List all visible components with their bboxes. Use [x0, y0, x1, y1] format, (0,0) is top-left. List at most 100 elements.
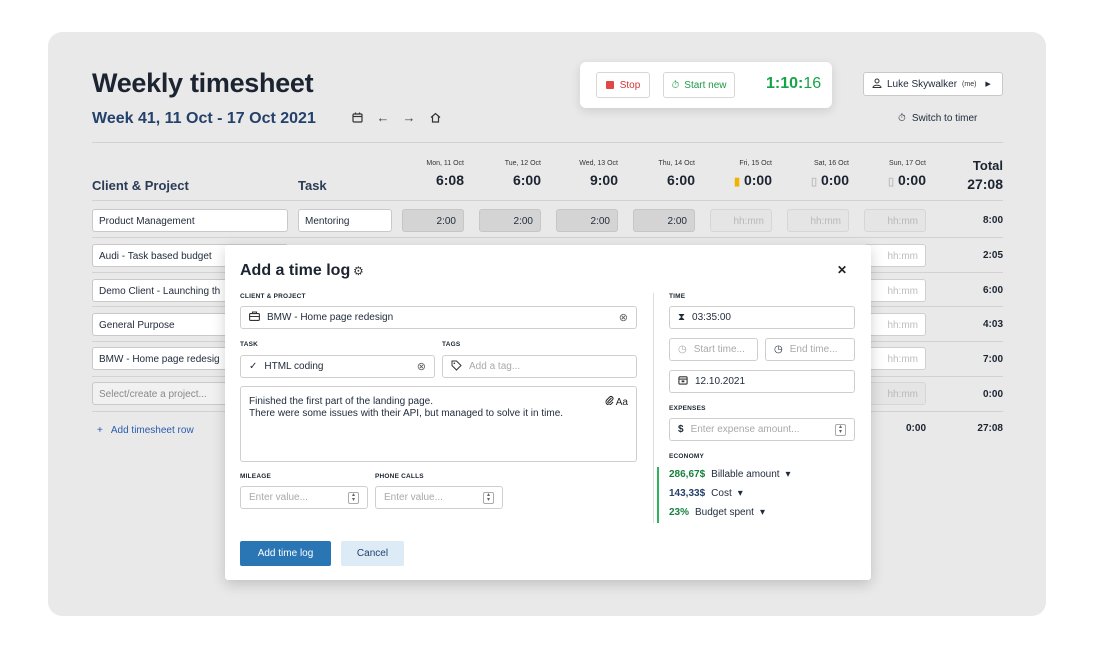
- page-title: Weekly timesheet: [92, 68, 314, 98]
- budget-spent-row[interactable]: 23% Budget spent ▾: [669, 507, 765, 518]
- paperclip-icon[interactable]: [605, 396, 616, 408]
- budget-spent-label: Budget spent: [695, 507, 754, 518]
- notes-line: There were some issues with their API, b…: [249, 408, 564, 419]
- add-time-log-button[interactable]: Add time log: [240, 541, 331, 566]
- stepper-icon[interactable]: ▴ ▾: [835, 423, 846, 436]
- row-total: 6:00: [982, 285, 1003, 296]
- duration-field[interactable]: ⧗ 03:35:00: [669, 306, 855, 329]
- day-header-mon: Mon, 11 Oct 6:08: [402, 160, 464, 188]
- cancel-button[interactable]: Cancel: [341, 541, 404, 566]
- day-total-wrap: ▯ 0:00: [864, 172, 926, 188]
- date-value: 12.10.2021: [695, 376, 746, 387]
- col-header-task: Task: [298, 178, 327, 193]
- check-icon: ✓: [249, 361, 258, 372]
- divider: [92, 142, 1003, 143]
- clear-icon[interactable]: ⊗: [619, 311, 628, 324]
- stop-icon: [605, 81, 614, 89]
- notes-textarea[interactable]: Finished the first part of the landing p…: [240, 386, 637, 462]
- row-total: 8:00: [982, 215, 1003, 226]
- week-label: Week 41, 11 Oct - 17 Oct 2021: [92, 110, 316, 127]
- caret-down-icon: ▾: [759, 507, 765, 518]
- plus-icon: +: [97, 425, 103, 436]
- caret-right-icon: ▶: [985, 81, 991, 88]
- day-header-thu: Thu, 14 Oct 6:00: [633, 160, 695, 188]
- billable-amount-value: 286,67$: [669, 469, 706, 480]
- start-new-button[interactable]: ⏱ Start new: [663, 72, 735, 98]
- cost-row[interactable]: 143,33$ Cost ▾: [669, 488, 743, 499]
- client-project-value: BMW - Home page redesign: [267, 312, 394, 323]
- time-cell[interactable]: hh:mm: [710, 209, 772, 232]
- stop-button[interactable]: Stop: [596, 72, 650, 98]
- day-total: 9:00: [589, 172, 618, 188]
- tags-input[interactable]: Add a tag...: [442, 355, 637, 378]
- calendar-icon[interactable]: [350, 110, 364, 125]
- client-project-field[interactable]: BMW - Home page redesign ⊗: [240, 306, 637, 329]
- arrow-left-icon[interactable]: ←: [376, 110, 390, 125]
- add-timesheet-row-button[interactable]: + Add timesheet row: [97, 425, 194, 436]
- gear-icon[interactable]: ⚙: [353, 264, 364, 278]
- tags-placeholder: Add a tag...: [469, 361, 521, 372]
- billable-amount-row[interactable]: 286,67$ Billable amount ▾: [669, 469, 791, 480]
- day-name: Thu, 14 Oct: [658, 160, 695, 167]
- day-name: Sat, 16 Oct: [813, 160, 849, 167]
- time-cell[interactable]: 2:00: [479, 209, 541, 232]
- caret-down-icon: ▾: [737, 488, 743, 499]
- switch-timer-label: Switch to timer: [911, 113, 978, 124]
- time-cell[interactable]: 2:00: [402, 209, 464, 232]
- day-name: Mon, 11 Oct: [426, 160, 464, 167]
- mileage-placeholder: Enter value...: [249, 492, 308, 503]
- task-field[interactable]: ✓ HTML coding ⊗: [240, 355, 435, 378]
- time-cell[interactable]: hh:mm: [864, 209, 926, 232]
- timer-popover: Stop ⏱ Start new 1:10:16: [580, 62, 832, 108]
- stop-label: Stop: [619, 79, 641, 91]
- day-name: Fri, 15 Oct: [739, 160, 772, 167]
- economy-indicator-bar: [657, 467, 659, 523]
- divider: [92, 237, 1003, 238]
- time-cell[interactable]: hh:mm: [864, 244, 926, 267]
- start-time-input[interactable]: ◷ Start time...: [669, 338, 758, 361]
- time-cell[interactable]: hh:mm: [864, 382, 926, 405]
- time-cell[interactable]: hh:mm: [787, 209, 849, 232]
- stepper-icon[interactable]: ▴ ▾: [348, 491, 359, 504]
- time-cell[interactable]: 2:00: [633, 209, 695, 232]
- user-menu-button[interactable]: Luke Skywalker (me) ▶: [863, 72, 1003, 96]
- stopwatch-icon: ⏱: [671, 79, 680, 91]
- briefcase-icon: [249, 311, 260, 324]
- total-label: Total: [972, 158, 1003, 173]
- time-cell[interactable]: 2:00: [556, 209, 618, 232]
- home-icon[interactable]: [428, 110, 442, 125]
- switch-to-timer-link[interactable]: ⏱ Switch to timer: [898, 113, 977, 124]
- clock-icon: ◷: [774, 344, 783, 355]
- phone-calls-label: PHONE CALLS: [375, 473, 424, 480]
- expense-input[interactable]: $ Enter expense amount... ▴ ▾: [669, 418, 855, 441]
- row-total: 2:05: [982, 250, 1003, 261]
- clear-icon[interactable]: ⊗: [417, 360, 426, 373]
- add-row-label: Add timesheet row: [110, 425, 194, 436]
- project-select[interactable]: Product Management: [92, 209, 288, 232]
- time-cell[interactable]: hh:mm: [864, 279, 926, 302]
- cost-value: 143,33$: [669, 488, 706, 499]
- day-header-tue: Tue, 12 Oct 6:00: [479, 160, 541, 188]
- client-project-label: CLIENT & PROJECT: [240, 293, 306, 300]
- caret-down-icon: ▾: [785, 469, 791, 480]
- calendar-icon: [678, 375, 688, 388]
- start-time-placeholder: Start time...: [693, 344, 745, 355]
- billable-amount-label: Billable amount: [711, 469, 780, 480]
- task-label: TASK: [240, 341, 259, 348]
- add-time-log-modal: Add a time log ⚙ ✕ CLIENT & PROJECT BMW …: [225, 245, 871, 580]
- time-cell[interactable]: hh:mm: [864, 313, 926, 336]
- day-header-wed: Wed, 13 Oct 9:00: [556, 160, 618, 188]
- date-field[interactable]: 12.10.2021: [669, 370, 855, 393]
- mileage-input[interactable]: Enter value... ▴ ▾: [240, 486, 368, 509]
- close-icon[interactable]: ✕: [837, 263, 847, 277]
- stepper-icon[interactable]: ▴ ▾: [483, 491, 494, 504]
- indicator-icon: ▯: [811, 176, 818, 188]
- arrow-right-icon[interactable]: →: [402, 110, 416, 125]
- task-select[interactable]: Mentoring: [298, 209, 392, 232]
- text-format-button[interactable]: Aa: [616, 397, 628, 408]
- day-header-sat: Sat, 16 Oct ▯ 0:00: [787, 160, 849, 188]
- day-name: Wed, 13 Oct: [579, 160, 618, 167]
- end-time-input[interactable]: ◷ End time...: [765, 338, 855, 361]
- time-cell[interactable]: hh:mm: [864, 347, 926, 370]
- phone-calls-input[interactable]: Enter value... ▴ ▾: [375, 486, 503, 509]
